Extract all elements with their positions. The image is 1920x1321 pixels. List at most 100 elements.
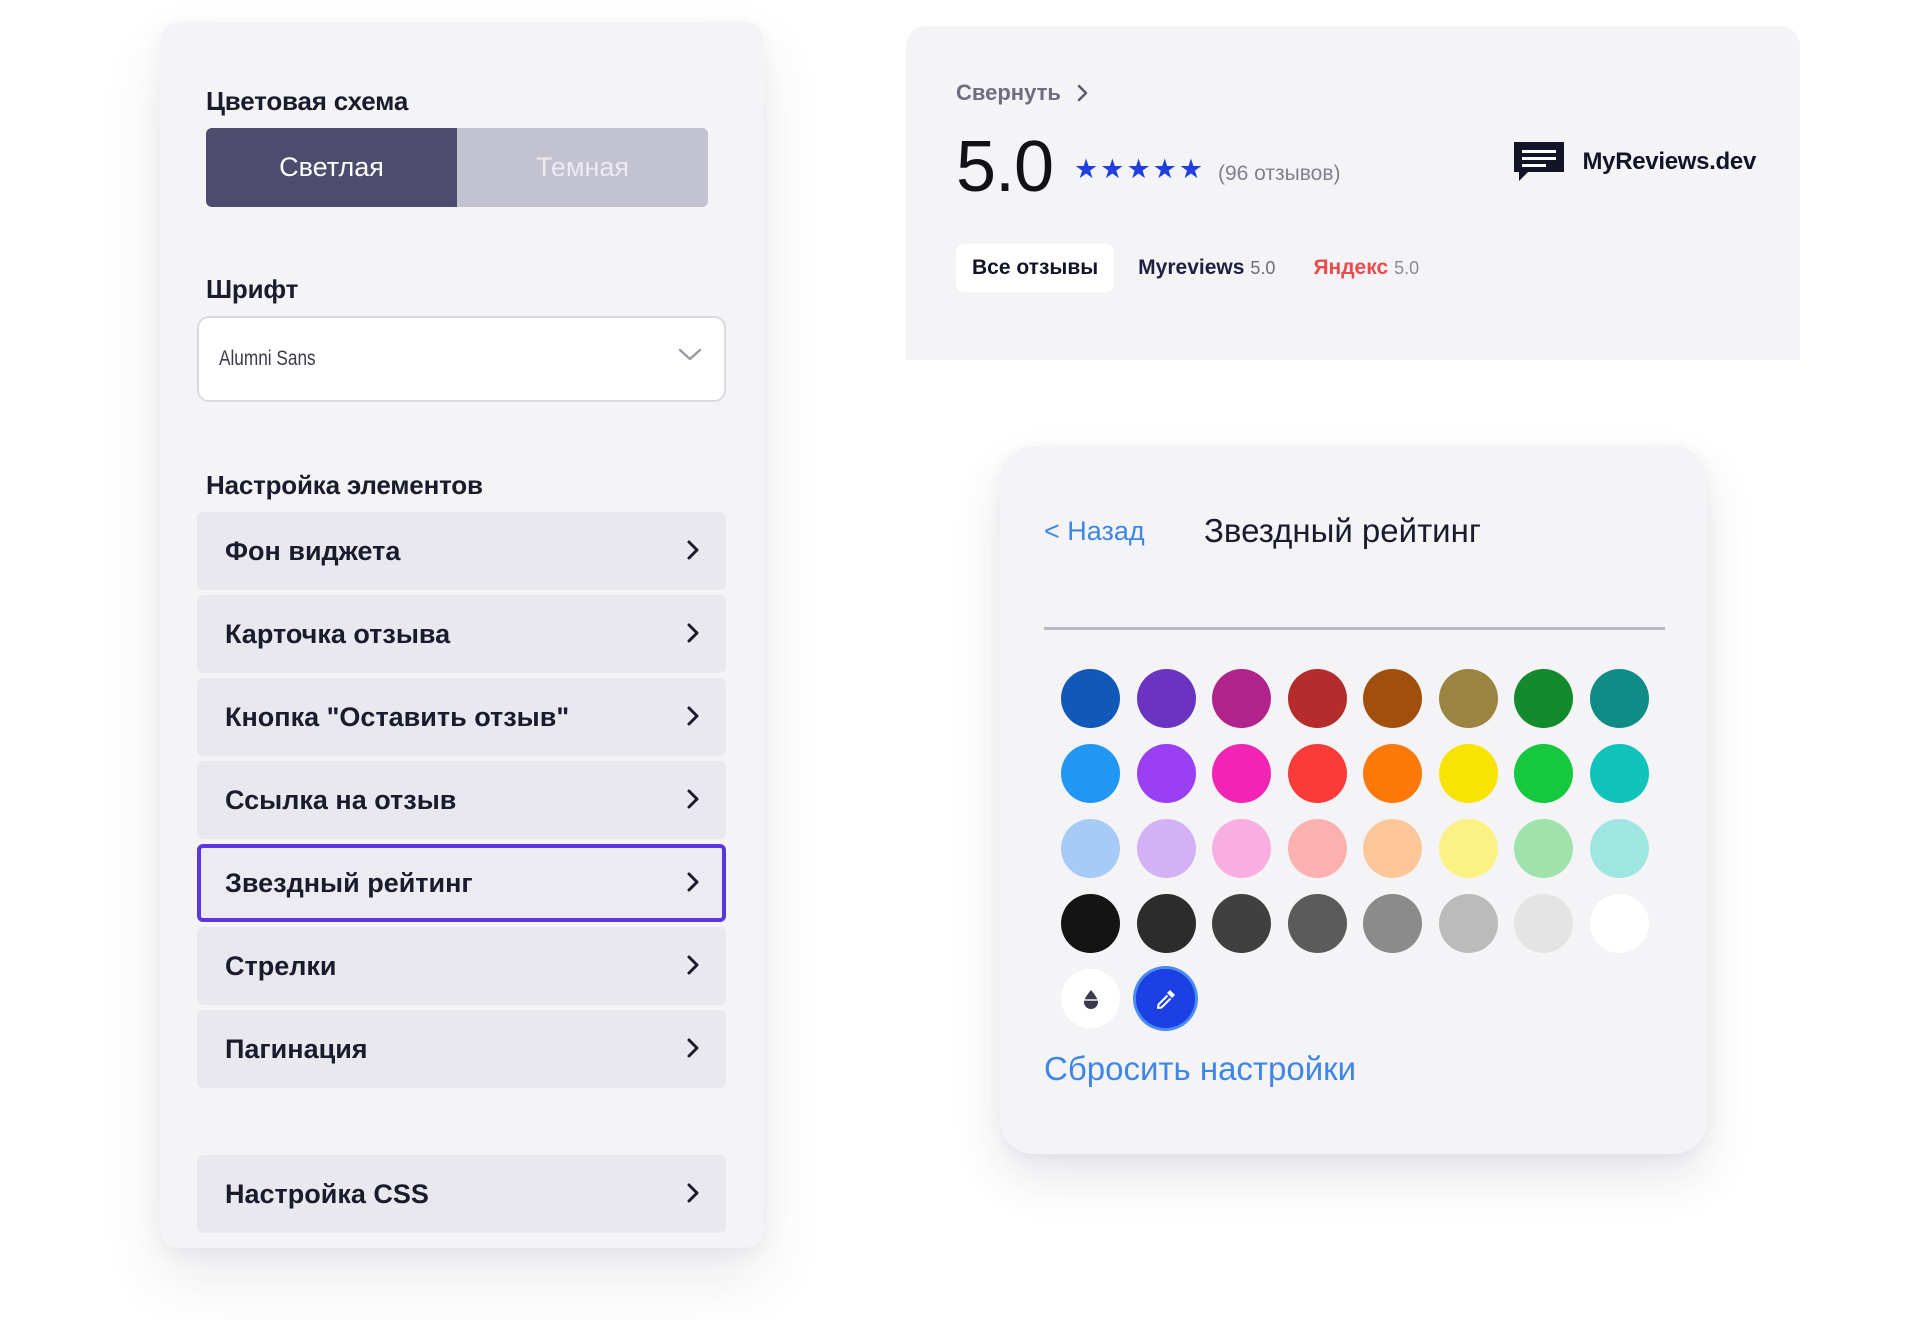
color-swatch[interactable] <box>1363 744 1422 803</box>
chevron-right-icon <box>687 1183 699 1203</box>
color-swatch[interactable] <box>1363 894 1422 953</box>
color-swatch[interactable] <box>1514 819 1573 878</box>
menu-item-pagination[interactable]: Пагинация <box>197 1010 726 1088</box>
color-swatch[interactable] <box>1061 819 1120 878</box>
menu-item-arrows[interactable]: Стрелки <box>197 927 726 1005</box>
menu-item-label: Звездный рейтинг <box>225 867 473 898</box>
menu-item-review-card[interactable]: Карточка отзыва <box>197 595 726 673</box>
droplet-icon <box>1083 989 1098 1009</box>
collapse-label: Свернуть <box>956 80 1061 105</box>
chevron-right-icon <box>687 540 699 560</box>
menu-item-label: Фон виджета <box>225 535 401 566</box>
menu-item-label: Пагинация <box>225 1033 368 1064</box>
chevron-right-icon <box>687 789 699 809</box>
rating-value: 5.0 <box>956 127 1054 207</box>
scheme-light-button[interactable]: Светлая <box>206 128 457 207</box>
elements-menu: Фон виджета Карточка отзыва Кнопка "Оста… <box>197 512 726 1093</box>
color-swatch[interactable] <box>1136 894 1196 953</box>
tab-yandex[interactable]: Яндекс 5.0 <box>1313 244 1419 292</box>
menu-item-leave-review-button[interactable]: Кнопка "Оставить отзыв" <box>197 678 726 756</box>
tab-myreviews[interactable]: Myreviews 5.0 <box>1138 244 1275 292</box>
menu-item-label: Карточка отзыва <box>225 618 451 649</box>
panel-title: Звездный рейтинг <box>1204 512 1481 549</box>
color-swatch[interactable] <box>1061 669 1120 728</box>
color-swatch[interactable] <box>1514 894 1573 953</box>
star-icon: ★ <box>1126 154 1151 184</box>
reviews-widget-preview: Свернуть 5.0 ★ ★ ★ ★ ★ (96 отзывов) MyRe… <box>906 26 1800 360</box>
color-swatch[interactable] <box>1363 669 1422 728</box>
tab-label: Myreviews <box>1138 256 1245 279</box>
collapse-button[interactable]: Свернуть <box>956 80 1089 106</box>
color-swatch[interactable] <box>1136 744 1196 803</box>
color-swatch[interactable] <box>1589 669 1649 728</box>
menu-item-label: Стрелки <box>225 950 337 981</box>
color-swatch[interactable] <box>1363 819 1422 878</box>
menu-item-label: Настройка CSS <box>225 1178 429 1209</box>
chevron-right-icon <box>687 955 699 975</box>
color-swatch[interactable] <box>1212 669 1271 728</box>
star-icon: ★ <box>1100 154 1125 184</box>
source-tabs: Все отзывы Myreviews 5.0 Яндекс 5.0 <box>956 244 1419 292</box>
color-swatch[interactable] <box>1287 669 1347 728</box>
star-icon: ★ <box>1074 154 1099 184</box>
back-button[interactable]: < Назад <box>1044 516 1145 547</box>
chevron-right-icon <box>1077 84 1088 102</box>
star-icon: ★ <box>1178 154 1204 184</box>
chevron-right-icon <box>687 872 699 892</box>
chat-bubble-icon <box>1514 142 1565 181</box>
color-swatch[interactable] <box>1438 669 1498 728</box>
menu-item-label: Ссылка на отзыв <box>225 784 457 815</box>
tab-score: 5.0 <box>1394 257 1420 278</box>
divider <box>1044 627 1665 630</box>
font-title: Шрифт <box>206 274 299 304</box>
tab-label: Все отзывы <box>972 256 1099 279</box>
color-scheme-toggle: Светлая Темная <box>206 128 708 207</box>
color-swatch[interactable] <box>1061 894 1120 953</box>
chevron-right-icon <box>687 623 699 643</box>
color-swatch[interactable] <box>1589 894 1649 953</box>
font-select-value: Alumni Sans <box>219 347 316 370</box>
chevron-right-icon <box>687 706 699 726</box>
chevron-down-icon <box>678 348 702 361</box>
color-swatch[interactable] <box>1438 819 1498 878</box>
elements-title: Настройка элементов <box>206 470 483 500</box>
color-swatch[interactable] <box>1514 669 1573 728</box>
color-swatch[interactable] <box>1438 894 1498 953</box>
color-swatch[interactable] <box>1136 819 1196 878</box>
star-icon: ★ <box>1152 154 1177 184</box>
review-count: (96 отзывов) <box>1218 162 1341 185</box>
color-swatch[interactable] <box>1136 669 1196 728</box>
color-swatch[interactable] <box>1438 744 1498 803</box>
color-swatch[interactable] <box>1212 744 1271 803</box>
reset-settings-link[interactable]: Сбросить настройки <box>1044 1050 1356 1088</box>
tab-all-reviews[interactable]: Все отзывы <box>956 244 1115 292</box>
tab-score: 5.0 <box>1250 257 1276 278</box>
eyedropper-icon <box>1156 989 1175 1009</box>
menu-item-css-settings[interactable]: Настройка CSS <box>197 1155 726 1233</box>
color-picker-panel: < Назад Звездный рейтинг Сбросить настро… <box>1000 446 1707 1154</box>
eyedropper-button[interactable] <box>1136 969 1195 1028</box>
color-swatch[interactable] <box>1514 744 1573 803</box>
color-swatch[interactable] <box>1287 744 1347 803</box>
brand-name: MyReviews.dev <box>1582 148 1756 175</box>
brand-logo: MyReviews.dev <box>1512 140 1756 184</box>
color-swatch[interactable] <box>1589 744 1649 803</box>
color-scheme-title: Цветовая схема <box>206 86 409 116</box>
tab-label: Яндекс <box>1313 256 1389 279</box>
rating-stars: ★ ★ ★ ★ ★ <box>1074 156 1203 183</box>
color-swatch[interactable] <box>1287 894 1347 953</box>
scheme-dark-button[interactable]: Темная <box>457 128 708 207</box>
chevron-right-icon <box>687 1038 699 1058</box>
color-swatch[interactable] <box>1061 744 1120 803</box>
color-swatch[interactable] <box>1212 894 1271 953</box>
font-select[interactable]: Alumni Sans <box>197 316 726 402</box>
menu-item-review-link[interactable]: Ссылка на отзыв <box>197 761 726 839</box>
color-swatch[interactable] <box>1212 819 1271 878</box>
color-swatch[interactable] <box>1287 819 1347 878</box>
transparent-color-button[interactable] <box>1061 969 1120 1028</box>
menu-item-star-rating[interactable]: Звездный рейтинг <box>197 844 726 922</box>
menu-item-label: Кнопка "Оставить отзыв" <box>225 701 570 732</box>
menu-item-widget-background[interactable]: Фон виджета <box>197 512 726 590</box>
color-swatch[interactable] <box>1589 819 1649 878</box>
settings-panel: Цветовая схема Светлая Темная Шрифт Alum… <box>160 22 764 1248</box>
